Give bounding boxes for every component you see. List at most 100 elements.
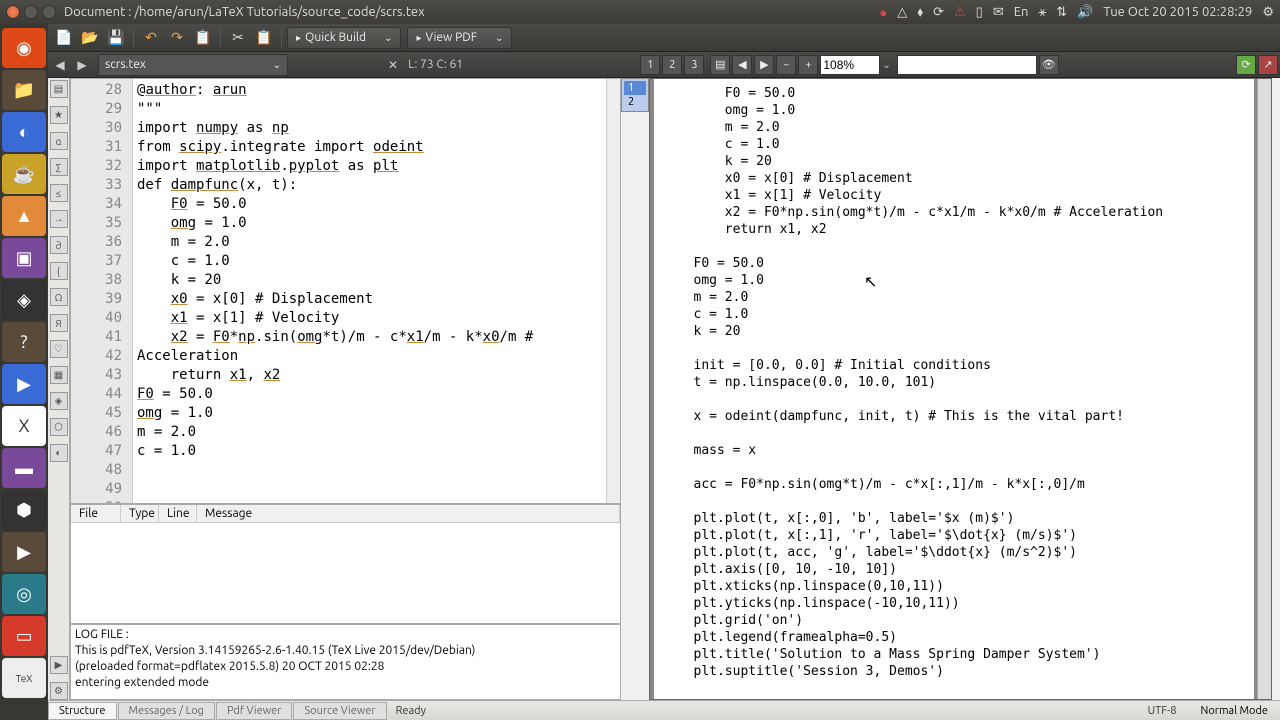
maximize-button[interactable] [42,5,56,19]
warning-icon[interactable]: ⚠ [954,5,966,20]
tab-structure[interactable]: Structure [48,702,117,720]
virtualbox-icon[interactable]: ◈ [2,280,46,320]
editor-scrollbar[interactable] [606,79,620,503]
cy-icon[interactable]: Я [50,314,68,332]
col-file[interactable]: File [71,505,121,522]
pst-icon[interactable]: ◈ [50,392,68,410]
mp-icon[interactable]: ▦ [50,366,68,384]
line-gutter: 2829303132333435363738394041424344454647… [71,79,133,503]
screenshot-icon[interactable]: ▣ [2,238,46,278]
redo-icon[interactable]: ↷ [165,27,189,49]
tab-pdfviewer[interactable]: Pdf Viewer [216,702,292,720]
ext-icon[interactable]: ↗ [1258,55,1278,75]
folder-icon[interactable]: ▯ [976,5,983,20]
view2-button[interactable]: 2 [662,55,682,75]
page-minitab: 1 2 [621,78,649,112]
code-editor[interactable]: 2829303132333435363738394041424344454647… [70,78,621,504]
close-button[interactable] [6,5,20,19]
code-area[interactable]: @author: arun"""import numpy as npfrom s… [133,79,606,503]
lens-icon[interactable]: ◎ [2,574,46,614]
network-icon[interactable]: ⇅ [1056,5,1067,20]
left-sidebar: ▤ ★ α ∑ ≤ → ∂ { Ω Я ♡ ▦ ◈ ⬡ ◐ ▶ ⚙ [48,78,70,700]
build-dropdown[interactable]: ▸Quick Build⌄ [287,27,401,49]
new-icon[interactable]: 📄 [52,27,76,49]
app4-icon[interactable]: ▭ [2,616,46,656]
prev-icon[interactable]: ◀ [732,55,752,75]
dn-icon[interactable]: ▶ [50,656,68,674]
dash-icon[interactable]: ◉ [2,28,46,68]
view3-button[interactable]: 3 [684,55,704,75]
texmaker-icon[interactable]: X [2,406,46,446]
col-message[interactable]: Message [197,505,620,522]
pdf-scrollbar[interactable] [1257,79,1271,699]
tik-icon[interactable]: ⬡ [50,418,68,436]
log-panel[interactable]: LOG FILE : This is pdfTeX, Version 3.141… [70,624,621,700]
asy-icon[interactable]: ◐ [50,444,68,462]
file-tab-label: scrs.tex [105,58,146,71]
minimize-button[interactable] [24,5,38,19]
tab-messages[interactable]: Messages / Log [118,702,215,720]
quickbuild-label: Quick Build [305,31,366,44]
cut-icon[interactable]: ✂ [226,27,250,49]
app-icon[interactable]: ☕ [2,154,46,194]
texstudio-icon[interactable]: TeX [2,658,46,698]
app2-icon[interactable]: ▬ [2,448,46,488]
open-icon[interactable]: 📂 [78,27,102,49]
sync-icon[interactable]: ⟳ [933,5,944,20]
record-icon[interactable]: ● [879,5,887,20]
tab-sourceviewer[interactable]: Source Viewer [293,702,386,720]
sync-icon[interactable]: ⟳ [1236,55,1256,75]
misc-icon[interactable]: ∂ [50,236,68,254]
app3-icon[interactable]: ▶ [2,532,46,572]
mail-icon[interactable]: ✉ [993,5,1004,20]
paste-icon[interactable]: 📋 [252,27,276,49]
rel-icon[interactable]: ≤ [50,184,68,202]
save-icon[interactable]: 💾 [104,27,128,49]
arr-icon[interactable]: → [50,210,68,228]
player-icon[interactable]: ▶ [2,364,46,404]
cloud-icon[interactable]: △ [897,5,907,20]
col-line[interactable]: Line [159,505,197,522]
bm-icon[interactable]: ★ [50,106,68,124]
forward-icon[interactable]: ▶ [72,55,92,75]
del-icon[interactable]: { [50,262,68,280]
copy-icon[interactable]: 📋 [191,27,215,49]
op-icon[interactable]: ∑ [50,158,68,176]
fav-icon[interactable]: ♡ [50,340,68,358]
vlc-icon[interactable]: ▲ [2,196,46,236]
lang-indicator[interactable]: En [1014,5,1029,19]
page-button[interactable]: ▤ [710,55,730,75]
encoding[interactable]: UTF-8 [1136,705,1189,717]
next-icon[interactable]: ▶ [754,55,774,75]
view1-button[interactable]: 1 [640,55,660,75]
mode[interactable]: Normal Mode [1188,705,1280,717]
help-icon[interactable]: ? [2,322,46,362]
dropbox-icon[interactable]: ⬧ [917,5,923,20]
minitab-2[interactable]: 2 [624,95,646,109]
bluetooth-icon[interactable]: ⚹ [1038,5,1046,20]
zoomout-icon[interactable]: − [776,55,796,75]
sym-icon[interactable]: α [50,132,68,150]
undo-icon[interactable]: ↶ [139,27,163,49]
chrome-icon[interactable]: ◐ [2,112,46,152]
gk-icon[interactable]: Ω [50,288,68,306]
search-input[interactable] [897,55,1037,75]
view-dropdown[interactable]: ▸View PDF⌄ [407,27,512,49]
clock[interactable]: Tue Oct 20 2015 02:28:29 [1103,5,1252,19]
tab-bar: ◀ ▶ scrs.tex ⌄ ✕ L: 73 C: 61 1 2 3 ▤ ◀ ▶… [48,52,1280,78]
close-tab-icon[interactable]: ✕ [388,58,398,72]
files-icon[interactable]: 📁 [2,70,46,110]
find-icon[interactable]: 👁 [1039,55,1059,75]
pdf-page[interactable]: F0 = 50.0 omg = 1.0 m = 2.0 c = 1.0 k = … [654,79,1254,699]
cfg-icon[interactable]: ⚙ [50,682,68,700]
minitab-1[interactable]: 1 [624,81,646,95]
file-tab[interactable]: scrs.tex ⌄ [98,54,288,76]
struct-icon[interactable]: ▤ [50,80,68,98]
zoomin-icon[interactable]: + [798,55,818,75]
col-type[interactable]: Type [121,505,159,522]
back-icon[interactable]: ◀ [50,55,70,75]
zoom-input[interactable] [820,55,880,75]
volume-icon[interactable]: 🔊 [1077,5,1093,20]
cube-icon[interactable]: ⬢ [2,490,46,530]
gear-icon[interactable]: ⚙ [1262,5,1274,20]
